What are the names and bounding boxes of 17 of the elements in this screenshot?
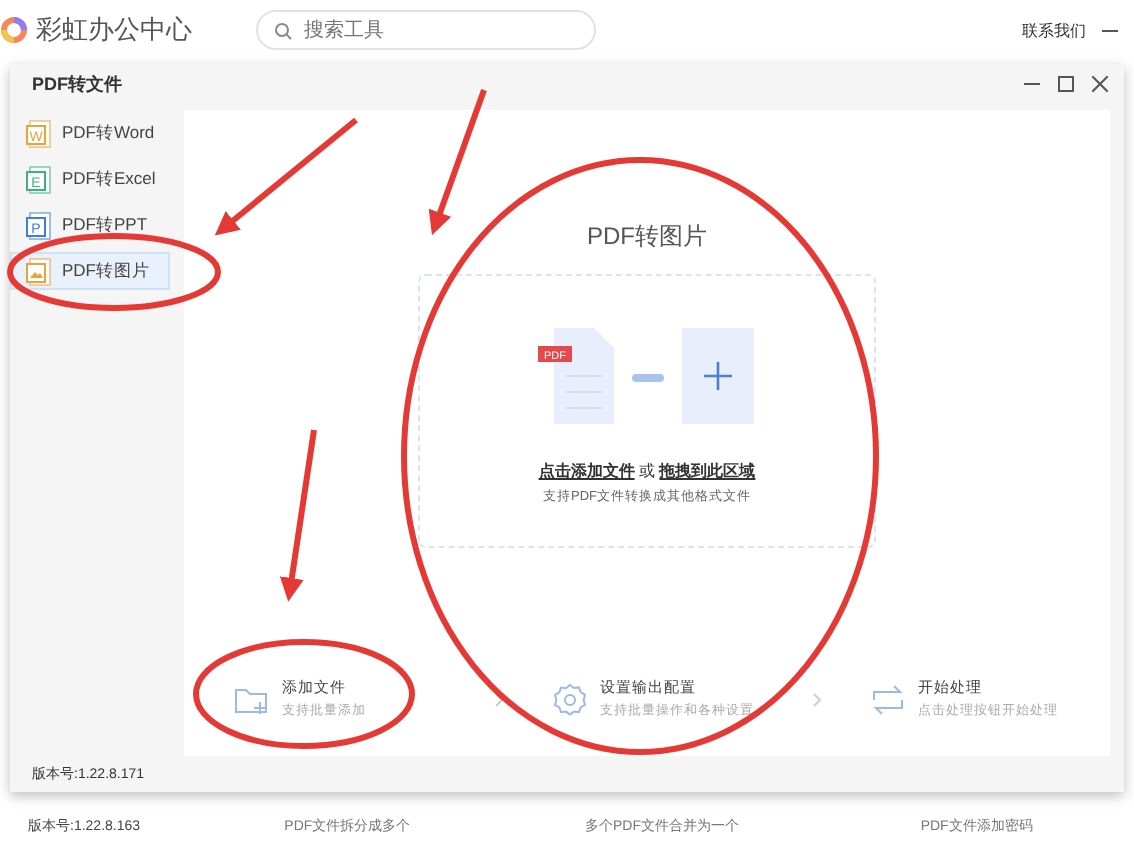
add-folder-icon bbox=[234, 683, 270, 715]
drop-instruction: 点击添加文件 或 拖拽到此区域 bbox=[538, 460, 756, 482]
app-title: 彩虹办公中心 bbox=[36, 12, 194, 48]
annotation-arrow bbox=[214, 117, 358, 236]
gear-icon bbox=[552, 681, 588, 717]
sidebar-item[interactable]: PDF转图片 bbox=[10, 252, 170, 290]
chevron-icon bbox=[494, 691, 504, 707]
panel-title: PDF转图片 bbox=[587, 220, 707, 254]
search-field[interactable]: 搜索工具 bbox=[256, 10, 596, 50]
dialog-title: PDF转文件 bbox=[32, 71, 122, 97]
app-logo-icon bbox=[0, 16, 28, 44]
minimize-icon[interactable] bbox=[1102, 29, 1118, 31]
maximize-icon[interactable] bbox=[1058, 76, 1074, 92]
refresh-icon bbox=[870, 683, 906, 715]
chevron-icon bbox=[812, 691, 822, 707]
contact-link[interactable]: 联系我们 bbox=[1022, 19, 1086, 41]
close-icon[interactable] bbox=[1092, 76, 1108, 92]
